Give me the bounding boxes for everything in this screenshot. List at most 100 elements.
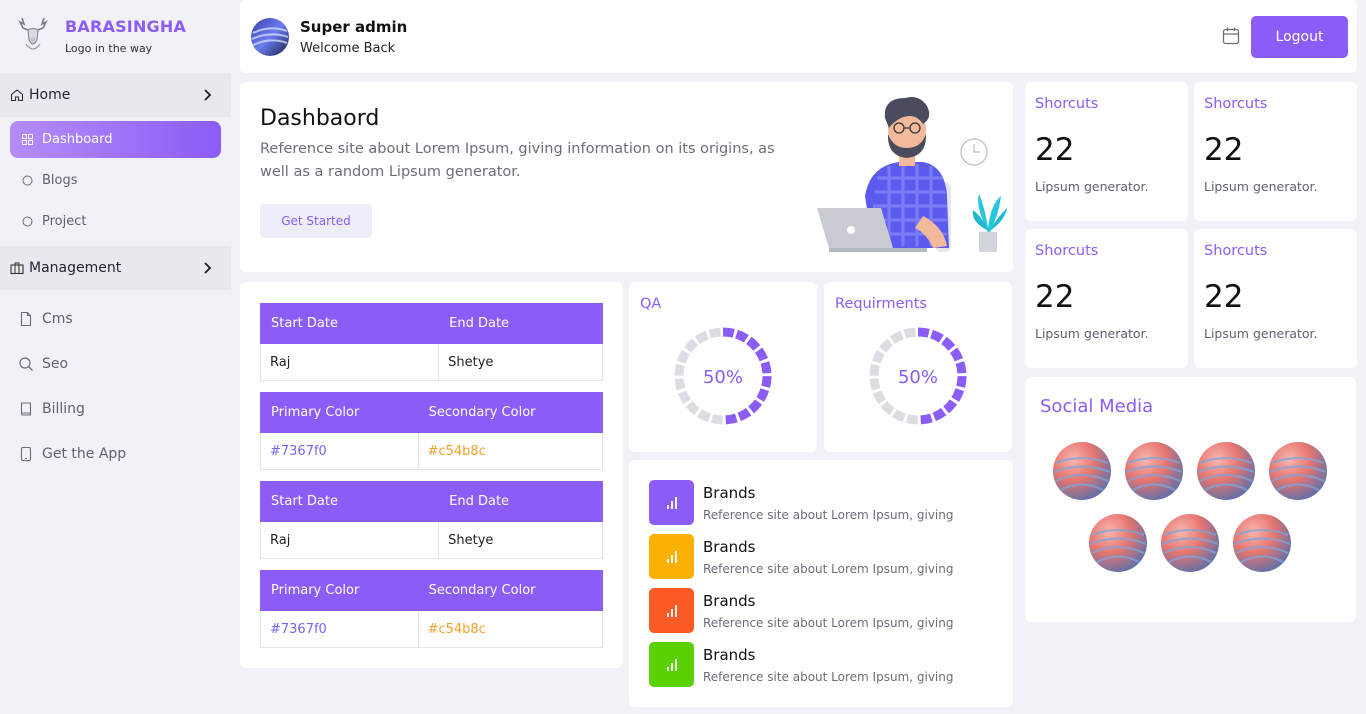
brand-item-desc: Reference site about Lorem Ipsum, giving: [703, 562, 954, 576]
brands-card: Brands Reference site about Lorem Ipsum,…: [629, 460, 1013, 707]
sidebar-item-cms[interactable]: Cms: [18, 304, 218, 334]
brand-item-name: Brands: [703, 484, 756, 502]
social-avatar[interactable]: [1088, 513, 1148, 573]
sidebar-section-management[interactable]: Management: [0, 246, 231, 290]
dashboard-hero: Dashbaord Reference site about Lorem Ips…: [240, 82, 1013, 272]
table-cell: Raj: [259, 343, 440, 381]
sidebar-item-dashboard-label: Dashboard: [42, 132, 113, 147]
gauge-title: QA: [640, 296, 662, 312]
requirements-gauge-card: Requirments 50%: [824, 282, 1012, 452]
sidebar-section-home[interactable]: Home: [0, 73, 231, 117]
table-header: Primary Color: [260, 392, 419, 433]
shortcut-value: 22: [1204, 279, 1244, 315]
bar-chart-icon: [649, 642, 694, 687]
bar-chart-icon: [649, 480, 694, 525]
avatar[interactable]: [250, 17, 290, 57]
social-media-card: Social Media: [1025, 377, 1356, 622]
page-title: Dashbaord: [260, 106, 380, 131]
brand: BARASINGHA Logo in the way: [12, 14, 186, 56]
date-table: Start Date End Date Raj Shetye: [259, 481, 603, 559]
social-avatar[interactable]: [1124, 441, 1184, 501]
sidebar-item-get-the-app-label: Get the App: [42, 446, 127, 462]
hero-description: Reference site about Lorem Ipsum, giving…: [260, 141, 775, 180]
gauge-value: 50%: [703, 367, 743, 388]
sidebar-item-blogs[interactable]: Blogs: [10, 162, 221, 199]
qa-gauge-card: QA 50%: [629, 282, 817, 452]
table-row: Raj Shetye: [259, 521, 603, 559]
sidebar-item-get-the-app[interactable]: Get the App: [18, 439, 218, 469]
shortcut-subtitle: Lipsum generator.: [1204, 326, 1318, 341]
bar-chart-icon: [649, 534, 694, 579]
sidebar-item-cms-label: Cms: [42, 311, 73, 327]
shortcut-subtitle: Lipsum generator.: [1204, 179, 1318, 194]
social-avatar[interactable]: [1052, 441, 1112, 501]
table-row: #7367f0 #c54b8c: [260, 432, 604, 470]
bar-chart-icon: [649, 588, 694, 633]
brand-item-desc: Reference site about Lorem Ipsum, giving: [703, 670, 954, 684]
brand-tagline: Logo in the way: [65, 42, 153, 55]
sidebar-item-billing-label: Billing: [42, 401, 85, 417]
circle-icon: [20, 174, 34, 188]
shortcut-subtitle: Lipsum generator.: [1035, 326, 1149, 341]
chevron-right-icon: [204, 262, 212, 274]
list-item[interactable]: Brands Reference site about Lorem Ipsum,…: [649, 480, 999, 526]
sidebar-item-dashboard[interactable]: Dashboard: [10, 121, 221, 158]
table-header: Primary Color: [260, 570, 419, 611]
sidebar-item-billing[interactable]: Billing: [18, 394, 218, 424]
table-cell: Shetye: [438, 343, 603, 381]
shortcut-value: 22: [1035, 279, 1075, 315]
book-icon: [20, 402, 32, 416]
color-table: Primary Color Secondary Color #7367f0 #c…: [260, 570, 604, 648]
shortcut-value: 22: [1035, 132, 1075, 168]
brand-item-name: Brands: [703, 592, 756, 610]
get-started-button[interactable]: Get Started: [260, 204, 372, 238]
social-avatar[interactable]: [1160, 513, 1220, 573]
shortcut-card[interactable]: Shorcuts 22 Lipsum generator.: [1194, 229, 1357, 368]
table-cell: #c54b8c: [417, 610, 604, 648]
top-bar: Super admin Welcome Back Logout: [240, 0, 1357, 73]
deer-logo-icon: [18, 17, 48, 50]
gauge-title: Requirments: [835, 296, 927, 312]
chevron-right-icon: [204, 89, 212, 101]
social-avatar[interactable]: [1196, 441, 1256, 501]
table-header: End Date: [438, 303, 603, 344]
table-header: End Date: [438, 481, 603, 522]
brand-item-desc: Reference site about Lorem Ipsum, giving: [703, 616, 954, 630]
home-icon: [10, 89, 24, 102]
table-row: #7367f0 #c54b8c: [260, 610, 604, 648]
sidebar-item-seo[interactable]: Seo: [18, 349, 218, 379]
shortcut-title: Shorcuts: [1035, 96, 1099, 112]
sidebar-item-blogs-label: Blogs: [42, 173, 78, 188]
user-name: Super admin: [300, 18, 408, 36]
user-greeting: Welcome Back: [300, 41, 396, 56]
sidebar-section-management-label: Management: [29, 260, 122, 276]
qa-progress-ring: 50%: [674, 327, 772, 425]
list-item[interactable]: Brands Reference site about Lorem Ipsum,…: [649, 642, 999, 688]
sidebar-item-project[interactable]: Project: [10, 203, 221, 240]
sidebar-item-seo-label: Seo: [42, 356, 69, 372]
table-cell: #7367f0: [260, 432, 419, 470]
table-header: Secondary Color: [417, 570, 604, 611]
shortcut-card[interactable]: Shorcuts 22 Lipsum generator.: [1194, 82, 1357, 221]
shortcut-subtitle: Lipsum generator.: [1035, 179, 1149, 194]
social-avatar[interactable]: [1268, 441, 1328, 501]
social-media-title: Social Media: [1040, 396, 1154, 417]
gauge-value: 50%: [898, 367, 938, 388]
briefcase-icon: [10, 262, 24, 275]
list-item[interactable]: Brands Reference site about Lorem Ipsum,…: [649, 588, 999, 634]
search-icon: [19, 357, 33, 371]
list-item[interactable]: Brands Reference site about Lorem Ipsum,…: [649, 534, 999, 580]
calendar-icon[interactable]: [1221, 26, 1241, 46]
shortcut-card[interactable]: Shorcuts 22 Lipsum generator.: [1025, 82, 1188, 221]
circle-icon: [20, 215, 34, 229]
file-icon: [20, 311, 32, 327]
requirements-progress-ring: 50%: [869, 327, 967, 425]
social-avatar[interactable]: [1232, 513, 1292, 573]
logout-button[interactable]: Logout: [1251, 16, 1348, 58]
table-cell: Shetye: [438, 521, 603, 559]
shortcut-card[interactable]: Shorcuts 22 Lipsum generator.: [1025, 229, 1188, 368]
date-table: Start Date End Date Raj Shetye: [259, 303, 603, 381]
table-cell: Raj: [259, 521, 440, 559]
color-table: Primary Color Secondary Color #7367f0 #c…: [260, 392, 604, 470]
shortcut-title: Shorcuts: [1035, 243, 1099, 259]
